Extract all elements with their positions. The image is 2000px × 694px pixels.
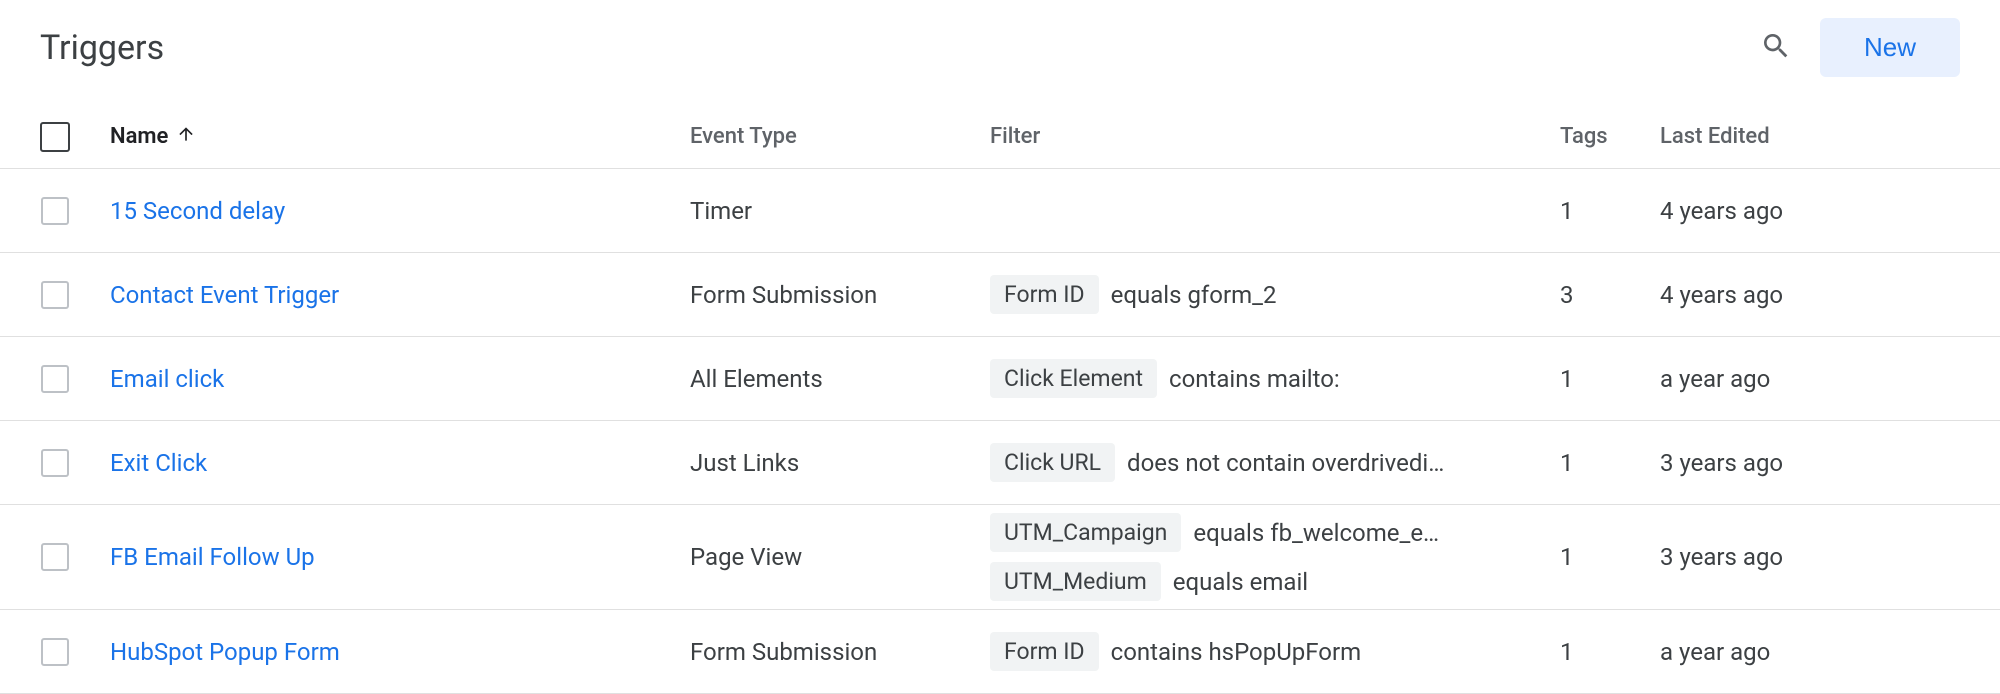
table-row[interactable]: 15 Second delay Timer 14 years ago [0,169,2000,253]
table-row[interactable]: Exit Click Just LinksClick URL does not co… [0,421,2000,505]
column-header-last-edited[interactable]: Last Edited [1660,124,1960,149]
row-checkbox-cell [0,449,110,477]
event-type-cell: All Elements [690,365,990,393]
search-button[interactable] [1750,22,1802,74]
tags-cell: 1 [1560,449,1660,477]
last-edited-cell: 3 years ago [1660,543,1960,571]
tags-cell: 1 [1560,543,1660,571]
filter-field-chip: Click Element [990,359,1157,398]
filter-field-chip: UTM_Medium [990,562,1161,601]
filter-cell: Click Element contains mailto: [990,359,1560,398]
trigger-name-cell: Contact Event Trigger [110,281,690,309]
filter-cell: Form ID equals gform_2 [990,275,1560,314]
column-header-filter[interactable]: Filter [990,124,1560,149]
tags-cell: 1 [1560,365,1660,393]
trigger-name-cell: Exit Click [110,449,690,477]
trigger-name-cell: FB Email Follow Up [110,543,690,571]
last-edited-cell: 4 years ago [1660,281,1960,309]
trigger-name-link[interactable]: HubSpot Popup Form [110,638,340,666]
trigger-name-link[interactable]: FB Email Follow Up [110,543,315,571]
trigger-name-link[interactable]: Contact Event Trigger [110,281,339,309]
last-edited-cell: 3 years ago [1660,449,1960,477]
row-checkbox[interactable] [41,543,69,571]
filter-line: Form ID contains hsPopUpForm [990,632,1560,671]
filter-cell: UTM_Campaign equals fb_welcome_e… UTM_Medi… [990,513,1560,601]
last-edited-cell: a year ago [1660,638,1960,666]
filter-field-chip: Form ID [990,632,1099,671]
filter-condition-text: equals email [1173,568,1308,596]
table-row[interactable]: FB Email Follow UpPage ViewUTM_Campaigne… [0,505,2000,610]
row-checkbox-cell [0,281,110,309]
event-type-cell: Just Links [690,449,990,477]
trigger-name-cell: Email click [110,365,690,393]
row-checkbox-cell [0,543,110,571]
filter-field-chip: Form ID [990,275,1099,314]
filter-line: UTM_Medium equals email [990,562,1560,601]
filter-condition-text: equals fb_welcome_e… [1193,519,1439,547]
table-row[interactable]: HubSpot Popup Form Form SubmissionForm ID… [0,610,2000,694]
page-header: Triggers New [0,0,2000,105]
filter-line: Form ID equals gform_2 [990,275,1560,314]
row-checkbox[interactable] [41,365,69,393]
column-header-event-type[interactable]: Event Type [690,124,990,149]
table-row[interactable]: Email click All ElementsClick Element cont… [0,337,2000,421]
row-checkbox-cell [0,197,110,225]
select-all-checkbox[interactable] [40,122,70,152]
event-type-cell: Form Submission [690,638,990,666]
tags-cell: 1 [1560,638,1660,666]
filter-condition-text: contains hsPopUpForm [1111,638,1362,666]
filter-field-chip: Click URL [990,443,1115,482]
event-type-cell: Page View [690,543,990,571]
row-checkbox[interactable] [41,197,69,225]
table-body: 15 Second delayTimer14 years agoContact … [0,169,2000,694]
trigger-name-cell: 15 Second delay [110,197,690,225]
event-type-cell: Timer [690,197,990,225]
new-button[interactable]: New [1820,18,1960,77]
tags-cell: 1 [1560,197,1660,225]
table-header-row: Name Event Type Filter Tags Last Edited [0,105,2000,169]
filter-condition-text: contains mailto: [1169,365,1340,393]
trigger-name-link[interactable]: Email click [110,365,224,393]
column-header-tags[interactable]: Tags [1560,124,1660,149]
row-checkbox-cell [0,638,110,666]
filter-line: Click Element contains mailto: [990,359,1560,398]
last-edited-cell: 4 years ago [1660,197,1960,225]
page-title: Triggers [40,28,1750,68]
row-checkbox-cell [0,365,110,393]
triggers-table: Name Event Type Filter Tags Last Edited … [0,105,2000,694]
search-icon [1760,30,1792,66]
filter-cell: Form ID contains hsPopUpForm [990,632,1560,671]
filter-cell: Click URL does not contain overdrivedi… [990,443,1560,482]
filter-line: Click URL does not contain overdrivedi… [990,443,1560,482]
filter-condition-text: does not contain overdrivedi… [1127,449,1444,477]
trigger-name-cell: HubSpot Popup Form [110,638,690,666]
column-header-name[interactable]: Name [110,124,690,150]
select-all-cell [0,122,110,152]
filter-field-chip: UTM_Campaign [990,513,1181,552]
event-type-cell: Form Submission [690,281,990,309]
row-checkbox[interactable] [41,638,69,666]
filter-line: UTM_Campaign equals fb_welcome_e… [990,513,1560,552]
table-row[interactable]: Contact Event Trigger Form SubmissionForm… [0,253,2000,337]
column-header-name-label: Name [110,124,168,149]
trigger-name-link[interactable]: 15 Second delay [110,197,285,225]
sort-asc-icon [176,124,196,150]
tags-cell: 3 [1560,281,1660,309]
row-checkbox[interactable] [41,281,69,309]
trigger-name-link[interactable]: Exit Click [110,449,207,477]
last-edited-cell: a year ago [1660,365,1960,393]
filter-condition-text: equals gform_2 [1111,281,1277,309]
row-checkbox[interactable] [41,449,69,477]
